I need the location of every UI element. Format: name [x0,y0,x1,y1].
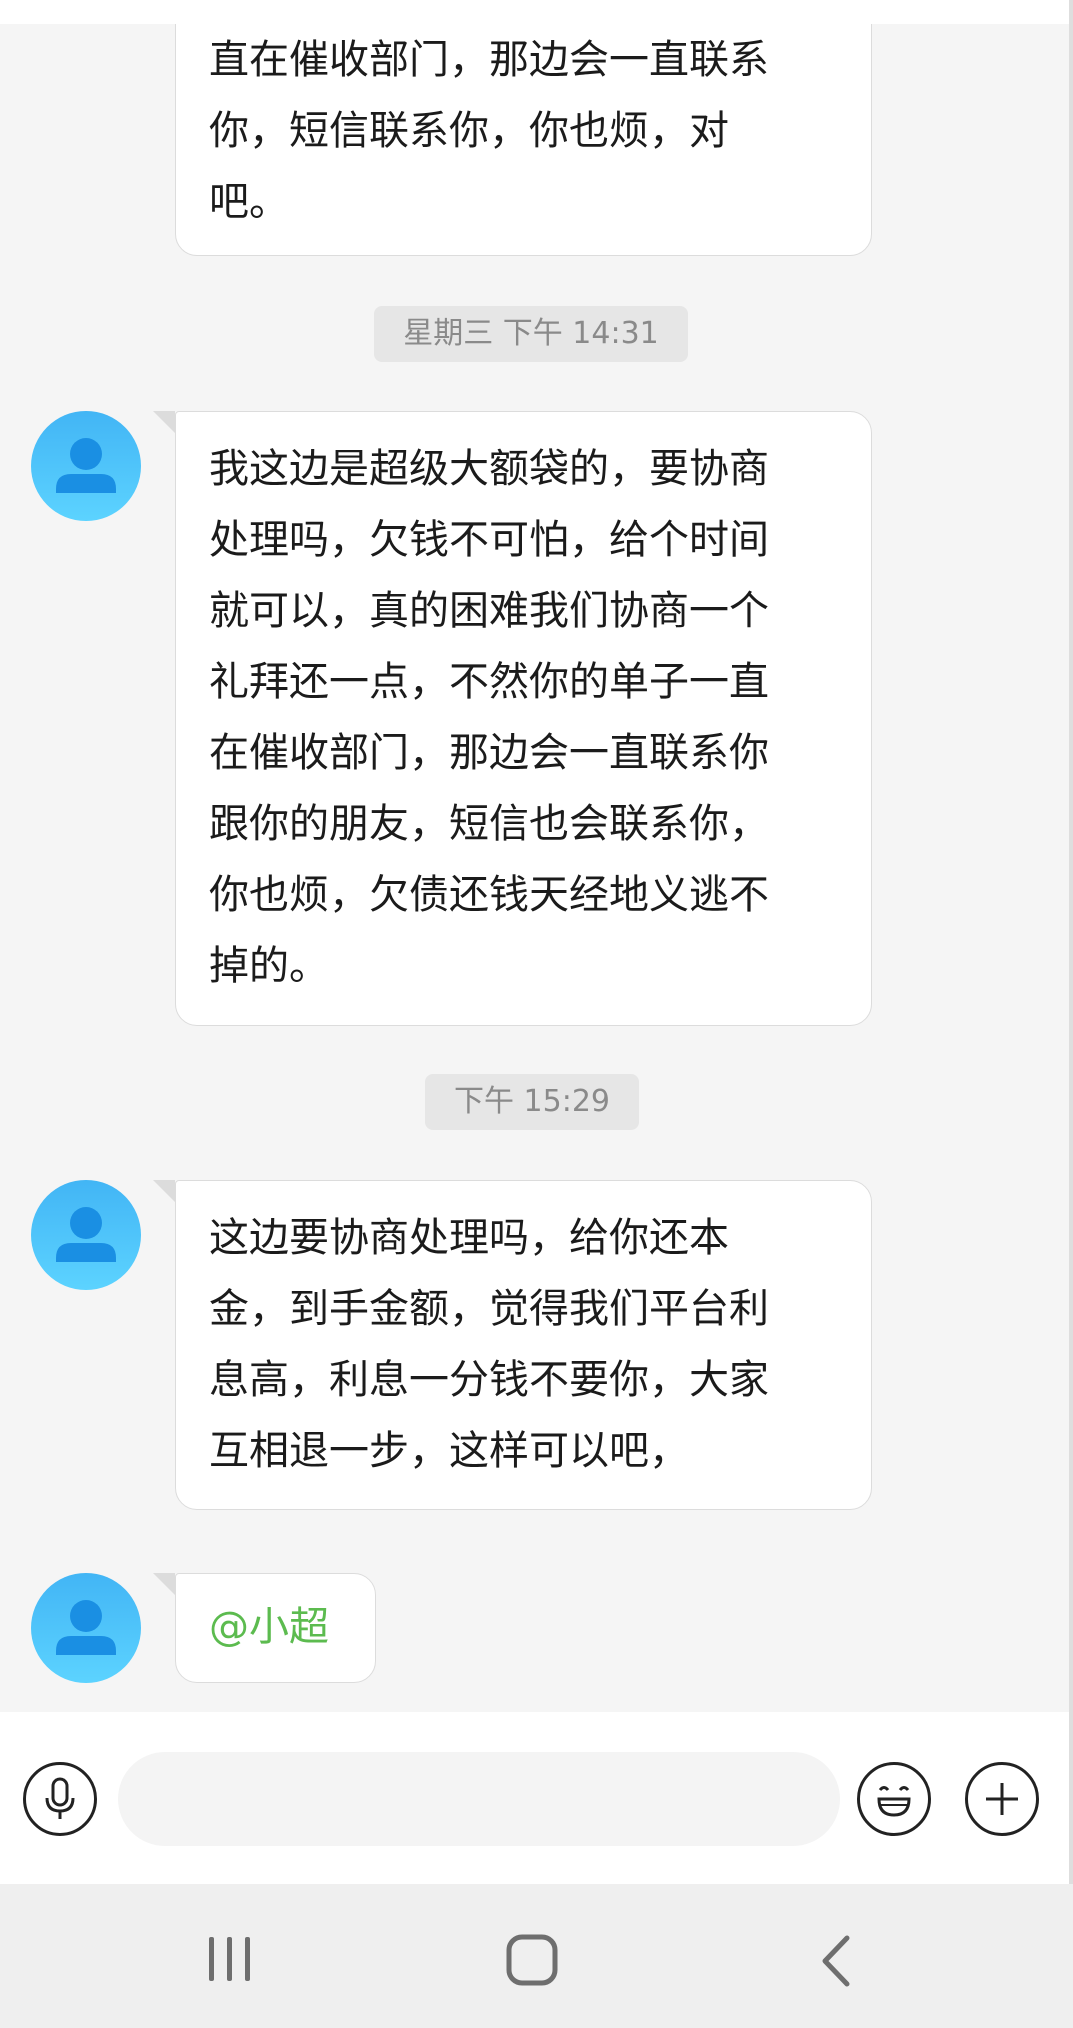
message-line: 吧。 [209,179,289,225]
voice-button[interactable] [23,1762,97,1836]
message-line: 你，短信联系你，你也烦，对 [209,108,729,154]
default-user-avatar-icon [56,438,116,493]
message-list[interactable]: 直在催收部门，那边会一直联系 你，短信联系你，你也烦，对 吧。 星期三 下午 1… [0,24,1069,1712]
message-line: 直在催收部门，那边会一直联系 [209,37,769,83]
timestamp-badge: 下午 15:29 [425,1074,639,1130]
message-line: 掉的。 [209,943,329,989]
default-user-avatar-icon [56,1600,116,1655]
timestamp-badge: 星期三 下午 14:31 [374,306,688,362]
home-icon [506,1934,558,1986]
default-user-avatar-icon [56,1207,116,1262]
message-line: 礼拜还一点，不然你的单子一直 [209,659,769,705]
message-line: 处理吗，欠钱不可怕，给个时间 [209,517,769,563]
mention-link[interactable]: @小超 [209,1604,329,1650]
more-button[interactable] [965,1762,1039,1836]
message-line: 在催收部门，那边会一直联系你 [209,730,769,776]
smiley-icon [877,1786,911,1817]
emoji-button[interactable] [857,1762,931,1836]
avatar[interactable] [31,1180,141,1290]
back-icon [822,1935,850,1987]
message-line: 就可以，真的困难我们协商一个 [209,588,769,634]
message-line: 跟你的朋友，短信也会联系你， [209,801,769,847]
back-button[interactable] [815,1934,859,1988]
message-line: 互相退一步，这样可以吧， [209,1428,689,1474]
message-line: 息高，利息一分钱不要你，大家 [209,1357,769,1403]
system-navigation-bar [0,1884,1073,2028]
message-line: 你也烦，欠债还钱天经地义逃不 [209,872,769,918]
message-line: 这边要协商处理吗，给你还本 [209,1215,729,1261]
message-bubble[interactable]: 直在催收部门，那边会一直联系 你，短信联系你，你也烦，对 吧。 [175,24,872,256]
avatar[interactable] [31,1573,141,1683]
status-bar-area [0,0,1073,24]
plus-icon [986,1783,1018,1815]
message-line: 金，到手金额，觉得我们平台利 [209,1286,769,1332]
message-bubble[interactable]: 我这边是超级大额袋的，要协商 处理吗，欠钱不可怕，给个时间 就可以，真的困难我们… [175,411,872,1026]
scroll-edge [1069,0,1073,2028]
message-bubble[interactable]: @小超 [175,1573,376,1683]
input-bar [0,1712,1069,1884]
recent-apps-icon [209,1937,250,1981]
recent-apps-button[interactable] [200,1934,260,1984]
avatar[interactable] [31,411,141,521]
message-input[interactable] [118,1752,840,1846]
message-bubble[interactable]: 这边要协商处理吗，给你还本 金，到手金额，觉得我们平台利 息高，利息一分钱不要你… [175,1180,872,1510]
home-button[interactable] [505,1933,561,1987]
message-line: 我这边是超级大额袋的，要协商 [209,446,769,492]
microphone-icon [45,1777,75,1819]
